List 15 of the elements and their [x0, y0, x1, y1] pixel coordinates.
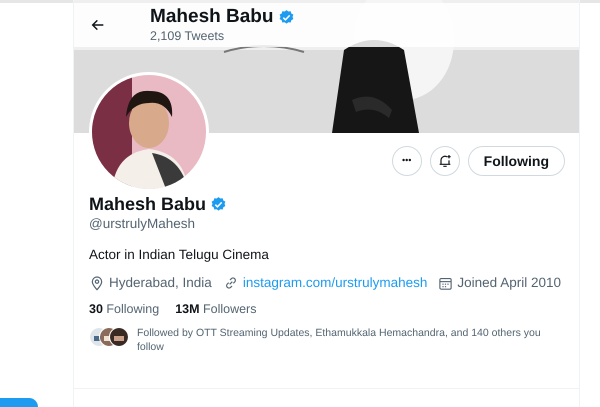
- following-button[interactable]: Following: [468, 146, 565, 176]
- location-text: Hyderabad, India: [109, 274, 212, 292]
- calendar-icon: [438, 276, 454, 290]
- profile-handle: @urstrulyMahesh: [89, 215, 196, 233]
- more-button[interactable]: •••: [392, 146, 422, 176]
- followed-by-text: Followed by OTT Streaming Updates, Ethamukkala Hemachandra, and 140 others you follow: [137, 327, 542, 354]
- joined-date: Joined April 2010: [457, 274, 561, 292]
- location-pin-icon: [89, 275, 105, 291]
- tweet-button[interactable]: [0, 398, 38, 407]
- profile-name: Mahesh Babu: [89, 193, 206, 215]
- bell-plus-icon: [436, 153, 453, 169]
- notify-button[interactable]: [430, 146, 460, 176]
- stat-link[interactable]: 30 Following: [89, 301, 160, 317]
- profile-bio: Actor in Indian Telugu Cinema: [89, 246, 270, 264]
- stat-link[interactable]: 13M Followers: [175, 301, 256, 317]
